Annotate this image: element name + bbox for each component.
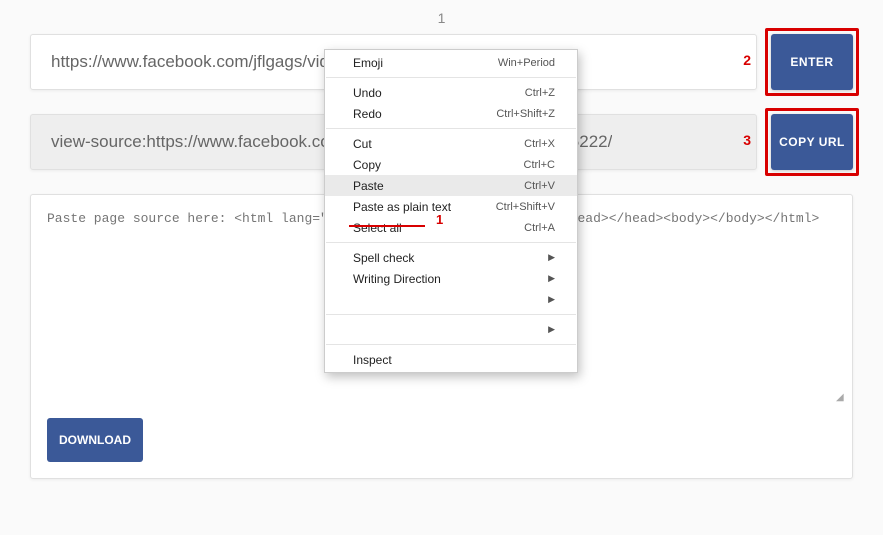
menu-item-copy[interactable]: Copy Ctrl+C — [325, 154, 577, 175]
chevron-right-icon: ▶ — [548, 273, 555, 284]
menu-shortcut: Ctrl+V — [524, 180, 555, 192]
menu-label: Writing Direction — [353, 272, 441, 286]
chevron-right-icon: ▶ — [548, 252, 555, 263]
menu-item-cut[interactable]: Cut Ctrl+X — [325, 133, 577, 154]
menu-label: Inspect — [353, 353, 392, 367]
menu-shortcut: Win+Period — [498, 57, 555, 69]
menu-label: Cut — [353, 137, 372, 151]
menu-item-submenu-blank2[interactable]: ▶ — [325, 319, 577, 340]
download-button[interactable]: DOWNLOAD — [47, 418, 143, 462]
annotation-num-2: 2 — [743, 52, 751, 68]
menu-shortcut: Ctrl+A — [524, 222, 555, 234]
menu-label: Paste — [353, 179, 384, 193]
menu-label: Redo — [353, 107, 382, 121]
menu-separator — [326, 314, 576, 315]
menu-shortcut: Ctrl+Z — [525, 87, 555, 99]
menu-item-paste-plain[interactable]: Paste as plain text Ctrl+Shift+V — [325, 196, 577, 217]
menu-separator — [326, 344, 576, 345]
menu-item-spell-check[interactable]: Spell check ▶ — [325, 247, 577, 268]
step-1-label: 1 — [30, 10, 853, 26]
menu-shortcut: Ctrl+X — [524, 138, 555, 150]
menu-item-emoji[interactable]: Emoji Win+Period — [325, 52, 577, 73]
annotation-num-3: 3 — [743, 132, 751, 148]
annotation-underline-paste — [349, 225, 425, 227]
context-menu: Emoji Win+Period Undo Ctrl+Z Redo Ctrl+S… — [324, 49, 578, 373]
menu-item-submenu-blank1[interactable]: ▶ — [325, 289, 577, 310]
menu-label: Select all — [353, 221, 402, 235]
menu-shortcut: Ctrl+C — [524, 159, 555, 171]
enter-button[interactable]: ENTER — [771, 34, 853, 90]
chevron-right-icon: ▶ — [548, 324, 555, 335]
resize-handle-icon[interactable]: ◢ — [836, 396, 848, 408]
menu-item-select-all[interactable]: Select all Ctrl+A — [325, 217, 577, 238]
menu-item-writing-direction[interactable]: Writing Direction ▶ — [325, 268, 577, 289]
menu-label: Undo — [353, 86, 382, 100]
menu-item-paste[interactable]: Paste Ctrl+V — [325, 175, 577, 196]
menu-item-undo[interactable]: Undo Ctrl+Z — [325, 82, 577, 103]
menu-item-redo[interactable]: Redo Ctrl+Shift+Z — [325, 103, 577, 124]
menu-shortcut: Ctrl+Shift+Z — [496, 108, 555, 120]
menu-shortcut: Ctrl+Shift+V — [496, 201, 555, 213]
menu-separator — [326, 77, 576, 78]
menu-label: Emoji — [353, 56, 383, 70]
copy-url-button[interactable]: COPY URL — [771, 114, 853, 170]
menu-separator — [326, 242, 576, 243]
menu-item-inspect[interactable]: Inspect — [325, 349, 577, 370]
menu-label: Copy — [353, 158, 381, 172]
menu-label: Spell check — [353, 251, 414, 265]
annotation-num-1: 1 — [436, 212, 443, 227]
menu-separator — [326, 128, 576, 129]
chevron-right-icon: ▶ — [548, 294, 555, 305]
